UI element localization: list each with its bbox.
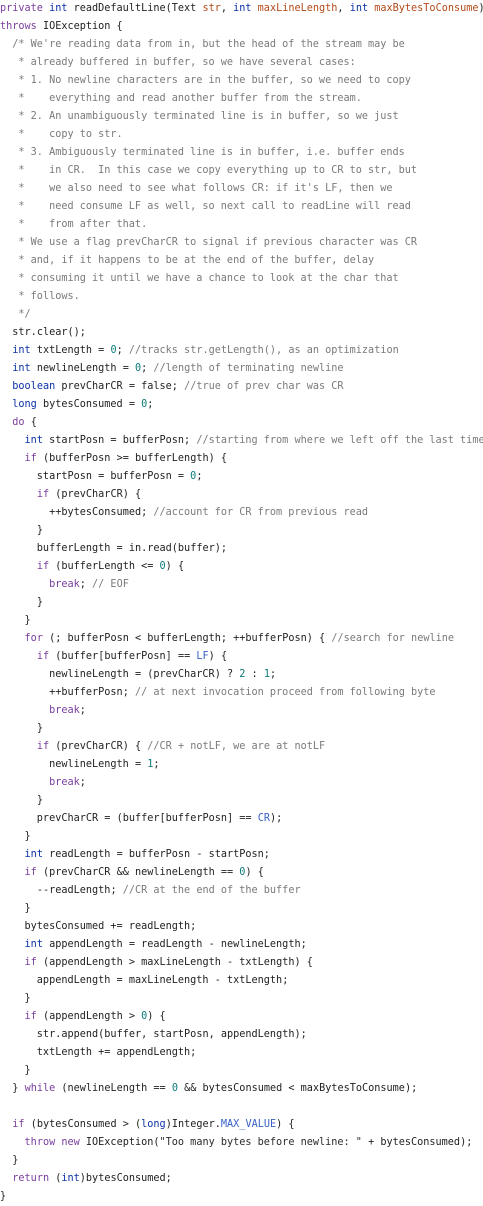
code-line: ++bytesConsumed; //account for CR from p… bbox=[49, 507, 369, 518]
code-line: * copy to str. bbox=[0, 129, 123, 140]
code-line: } bbox=[36, 525, 43, 536]
code-line: } bbox=[36, 723, 43, 734]
code-line: private int readDefaultLine(Text str, in… bbox=[0, 3, 483, 14]
code-line: } bbox=[24, 615, 31, 626]
code-line: * everything and read another buffer fro… bbox=[0, 93, 362, 104]
code-line: } bbox=[36, 597, 43, 608]
code-line: * We use a flag prevCharCR to signal if … bbox=[0, 237, 418, 248]
code-line: break; bbox=[49, 777, 86, 788]
code-line: throw new IOException("Too many bytes be… bbox=[24, 1137, 473, 1148]
code-line: return (int)bytesConsumed; bbox=[12, 1173, 172, 1184]
code-line: newlineLength = 1; bbox=[0, 759, 160, 770]
code-line: * need consume LF as well, so next call … bbox=[0, 201, 411, 212]
code-line: int newlineLength = 0; //length of termi… bbox=[12, 363, 344, 374]
code-line: } bbox=[24, 903, 31, 914]
code-line: int startPosn = bufferPosn; //starting f… bbox=[24, 435, 483, 446]
code-line: str.clear(); bbox=[0, 327, 86, 338]
code-line: startPosn = bufferPosn = 0; bbox=[0, 471, 203, 482]
code-line: long bytesConsumed = 0; bbox=[12, 399, 154, 410]
code-line: int txtLength = 0; //tracks str.getLengt… bbox=[12, 345, 399, 356]
code-line: txtLength += appendLength; bbox=[0, 1047, 197, 1058]
code-line: if (prevCharCR) { bbox=[36, 489, 142, 500]
code-line: } bbox=[24, 1065, 31, 1076]
code-line: } bbox=[36, 795, 43, 806]
code-line: } while (newlineLength == 0 && bytesCons… bbox=[12, 1083, 418, 1094]
code-line: } bbox=[24, 993, 31, 1004]
code-line: } bbox=[0, 1191, 7, 1202]
code-line: str.append(buffer, startPosn, appendLeng… bbox=[0, 1029, 307, 1040]
code-line: * already buffered in buffer, so we have… bbox=[0, 57, 356, 68]
code-line: if (prevCharCR && newlineLength == 0) { bbox=[24, 867, 264, 878]
code-line: } bbox=[12, 1155, 19, 1166]
code-line: appendLength = maxLineLength - txtLength… bbox=[0, 975, 289, 986]
code-line: * from after that. bbox=[0, 219, 148, 230]
code-line: if (prevCharCR) { //CR + notLF, we are a… bbox=[36, 741, 326, 752]
code-line: * 2. An unambiguously terminated line is… bbox=[0, 111, 399, 122]
code-line: break; // EOF bbox=[49, 579, 129, 590]
code-line: * in CR. In this case we copy everything… bbox=[0, 165, 418, 176]
code-line: * we also need to see what follows CR: i… bbox=[0, 183, 393, 194]
code-line: if (appendLength > 0) { bbox=[24, 1011, 166, 1022]
code-line: * consuming it until we have a chance to… bbox=[0, 273, 399, 284]
code-line: break; bbox=[49, 705, 86, 716]
code-line: ++bufferPosn; // at next invocation proc… bbox=[49, 687, 436, 698]
code-line: if (bufferPosn >= bufferLength) { bbox=[24, 453, 228, 464]
code-line: int readLength = bufferPosn - startPosn; bbox=[24, 849, 270, 860]
code-line: int appendLength = readLength - newlineL… bbox=[24, 939, 307, 950]
code-line: bufferLength = in.read(buffer); bbox=[0, 543, 228, 554]
code-line: /* We're reading data from in, but the h… bbox=[0, 39, 405, 50]
code-line: bytesConsumed += readLength; bbox=[0, 921, 197, 932]
code-line: prevCharCR = (buffer[bufferPosn] == CR); bbox=[0, 813, 283, 824]
code-line: newlineLength = (prevCharCR) ? 2 : 1; bbox=[0, 669, 277, 680]
code-line: if (appendLength > maxLineLength - txtLe… bbox=[24, 957, 313, 968]
code-editor: private int readDefaultLine(Text str, in… bbox=[0, 0, 483, 1206]
code-line: boolean prevCharCR = false; //true of pr… bbox=[12, 381, 344, 392]
code-line: */ bbox=[0, 309, 31, 320]
code-line: for (; bufferPosn < bufferLength; ++buff… bbox=[24, 633, 454, 644]
code-line: do { bbox=[12, 417, 37, 428]
code-line: * follows. bbox=[0, 291, 80, 302]
code-line: * 3. Ambiguously terminated line is in b… bbox=[0, 147, 405, 158]
code-line: throws IOException { bbox=[0, 21, 123, 32]
code-line: --readLength; //CR at the end of the buf… bbox=[36, 885, 301, 896]
code-line: * 1. No newline characters are in the bu… bbox=[0, 75, 411, 86]
code-line: } bbox=[24, 831, 31, 842]
code-line: if (buffer[bufferPosn] == LF) { bbox=[36, 651, 228, 662]
code-line: if (bufferLength <= 0) { bbox=[36, 561, 185, 572]
code-line: if (bytesConsumed > (long)Integer.MAX_VA… bbox=[12, 1119, 295, 1130]
code-line: * and, if it happens to be at the end of… bbox=[0, 255, 375, 266]
